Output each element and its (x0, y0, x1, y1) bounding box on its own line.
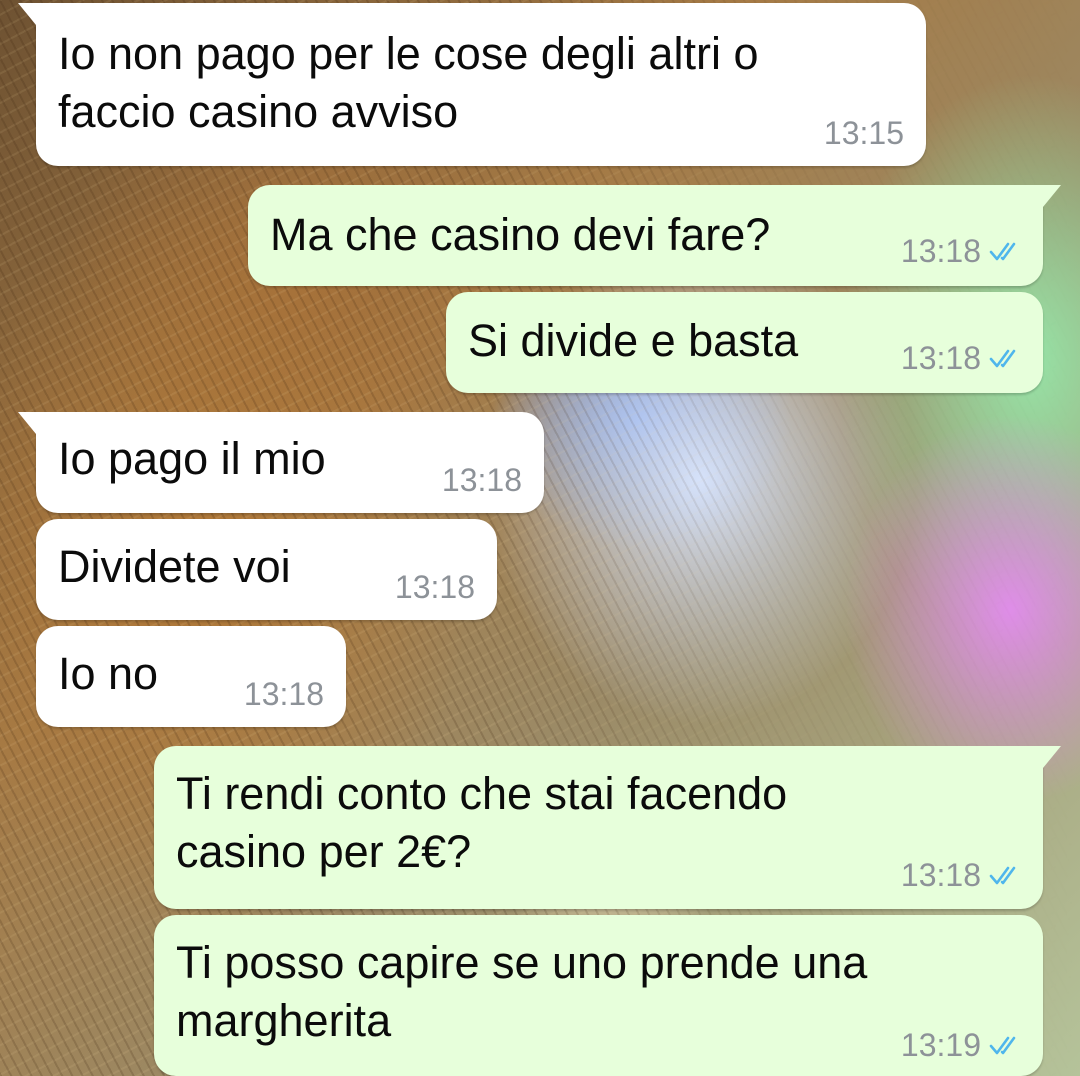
message-timestamp: 13:19 (900, 1027, 981, 1063)
message-text: Si divide e basta (468, 315, 799, 366)
message-meta: 13:18 (901, 233, 1021, 269)
bubble-tail (18, 412, 36, 434)
message-bubble-incoming[interactable]: Io non pago per le cose degli altri o fa… (18, 3, 926, 166)
message-meta: 13:18 (395, 569, 475, 605)
message-meta: 13:18 (244, 676, 324, 712)
message-text: Io non pago per le cose degli altri o fa… (58, 28, 759, 137)
message-text: Io no (58, 648, 159, 699)
double-check-icon (989, 1036, 1016, 1055)
message-meta: 13:18 (442, 462, 522, 498)
message-text: Ti rendi conto che stai facendo casino p… (176, 768, 788, 877)
message-timestamp: 13:15 (823, 115, 904, 151)
message-bubble-outgoing[interactable]: Ti posso capire se uno prende una marghe… (154, 915, 1043, 1076)
message-meta: 13:19 (901, 1027, 1021, 1063)
message-timestamp: 13:18 (243, 676, 324, 712)
message-bubble-outgoing[interactable]: Si divide e basta 13:18 (446, 292, 1043, 393)
message-text: Ma che casino devi fare? (270, 209, 771, 260)
message-timestamp: 13:18 (900, 340, 981, 376)
message-timestamp: 13:18 (900, 857, 981, 893)
message-bubble-incoming[interactable]: Io pago il mio 13:18 (18, 412, 544, 513)
message-bubble-outgoing[interactable]: Ti rendi conto che stai facendo casino p… (154, 746, 1061, 909)
bubble-tail (18, 3, 36, 25)
message-timestamp: 13:18 (394, 569, 475, 605)
message-meta: 13:18 (901, 340, 1021, 376)
message-timestamp: 13:18 (900, 233, 981, 269)
message-bubble-outgoing[interactable]: Ma che casino devi fare? 13:18 (248, 185, 1061, 286)
double-check-icon (989, 866, 1016, 885)
double-check-icon (989, 242, 1016, 261)
message-bubble-incoming[interactable]: Io no 13:18 (36, 626, 346, 727)
message-timestamp: 13:18 (441, 462, 522, 498)
bubble-tail (1043, 746, 1061, 768)
double-check-icon (989, 349, 1016, 368)
message-bubble-incoming[interactable]: Dividete voi 13:18 (36, 519, 497, 620)
message-meta: 13:15 (824, 115, 904, 151)
message-text: Ti posso capire se uno prende una marghe… (176, 937, 868, 1046)
message-meta: 13:18 (901, 857, 1021, 893)
message-text: Dividete voi (58, 541, 291, 592)
bubble-tail (1043, 185, 1061, 207)
message-text: Io pago il mio (58, 433, 326, 484)
